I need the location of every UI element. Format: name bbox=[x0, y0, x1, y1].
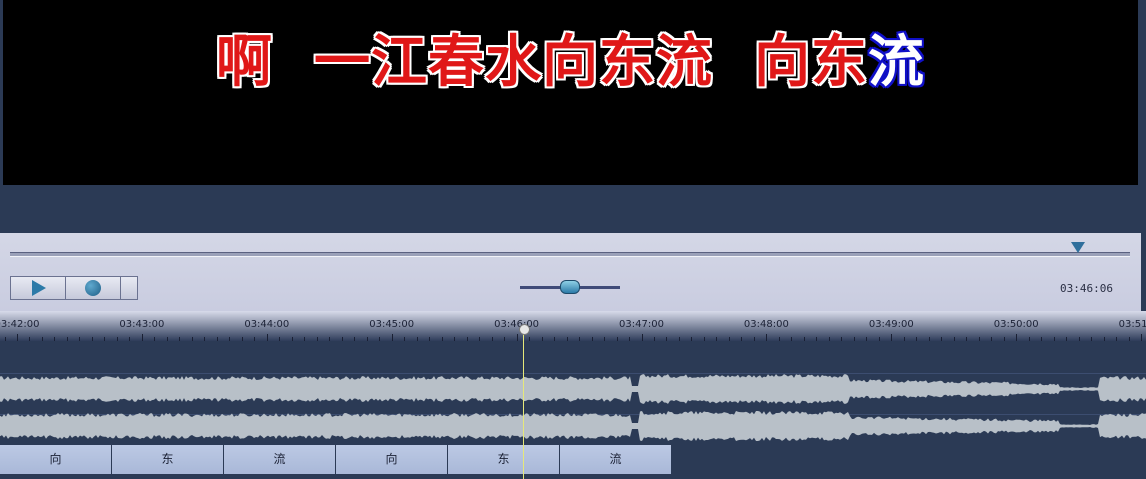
play-button[interactable] bbox=[11, 277, 66, 299]
seek-bar[interactable] bbox=[10, 252, 1130, 257]
transport-buttons bbox=[10, 276, 138, 300]
tick-label: 03:50:00 bbox=[993, 319, 1039, 330]
tick-mark bbox=[516, 334, 518, 341]
current-time: 03:46:06 bbox=[1060, 282, 1113, 295]
playhead[interactable] bbox=[523, 327, 524, 479]
extra-button[interactable] bbox=[121, 277, 137, 299]
tick-label: 03:47:00 bbox=[619, 319, 664, 330]
lyric-block[interactable]: 流 bbox=[560, 445, 672, 474]
waveform-area[interactable] bbox=[0, 341, 1146, 445]
lyric-track: 向东流向东流 bbox=[0, 445, 672, 474]
lyric-block[interactable]: 东 bbox=[112, 445, 224, 474]
tick-mark bbox=[766, 334, 768, 341]
tick-mark bbox=[1016, 334, 1018, 341]
record-icon bbox=[85, 280, 101, 296]
seek-marker-icon[interactable] bbox=[1071, 242, 1085, 253]
waveform-channel-left bbox=[0, 374, 1146, 404]
lyric-line: 啊 一江春水向东流 向东流 bbox=[3, 34, 1138, 90]
tick-label: 03:49:00 bbox=[868, 319, 914, 330]
tick-label: 03:44:00 bbox=[244, 319, 290, 330]
timeline-ruler[interactable]: 03:42:00 03:43:00 03:44:00 03:45:00 03:46:00… bbox=[0, 311, 1146, 341]
tick-label: 03:43:00 bbox=[119, 319, 165, 330]
tick-mark bbox=[391, 334, 393, 341]
tick-mark bbox=[141, 334, 143, 341]
tick-label: 03:46:00 bbox=[494, 319, 540, 330]
tick-label: 03:51:00 bbox=[1118, 319, 1146, 330]
lyric-unsung-text: 流 bbox=[867, 29, 925, 95]
waveform-svg bbox=[0, 374, 1146, 441]
tick-mark bbox=[891, 334, 893, 341]
waveform-channel-right bbox=[0, 411, 1146, 441]
tick-mark bbox=[266, 334, 268, 341]
zoom-slider-thumb[interactable] bbox=[560, 280, 580, 294]
lyric-block[interactable]: 向 bbox=[0, 445, 112, 474]
tick-mark bbox=[641, 334, 643, 341]
transport-panel: 03:46:06 bbox=[0, 233, 1141, 311]
lyric-preview: 啊 一江春水向东流 向东流 bbox=[3, 0, 1138, 185]
playhead-handle[interactable] bbox=[519, 324, 530, 335]
tick-label: 03:45:00 bbox=[369, 319, 415, 330]
lyric-block[interactable]: 向 bbox=[336, 445, 448, 474]
lyric-sung-text: 啊 一江春水向东流 向东 bbox=[216, 29, 868, 95]
tick-mark bbox=[17, 334, 18, 341]
play-icon bbox=[32, 280, 46, 296]
lyric-block[interactable]: 流 bbox=[224, 445, 336, 474]
tick-label: 03:48:00 bbox=[743, 319, 789, 330]
lyric-block[interactable]: 东 bbox=[448, 445, 560, 474]
tick-label: 03:42:00 bbox=[0, 319, 40, 330]
record-button[interactable] bbox=[66, 277, 121, 299]
tick-mark bbox=[1141, 334, 1143, 341]
